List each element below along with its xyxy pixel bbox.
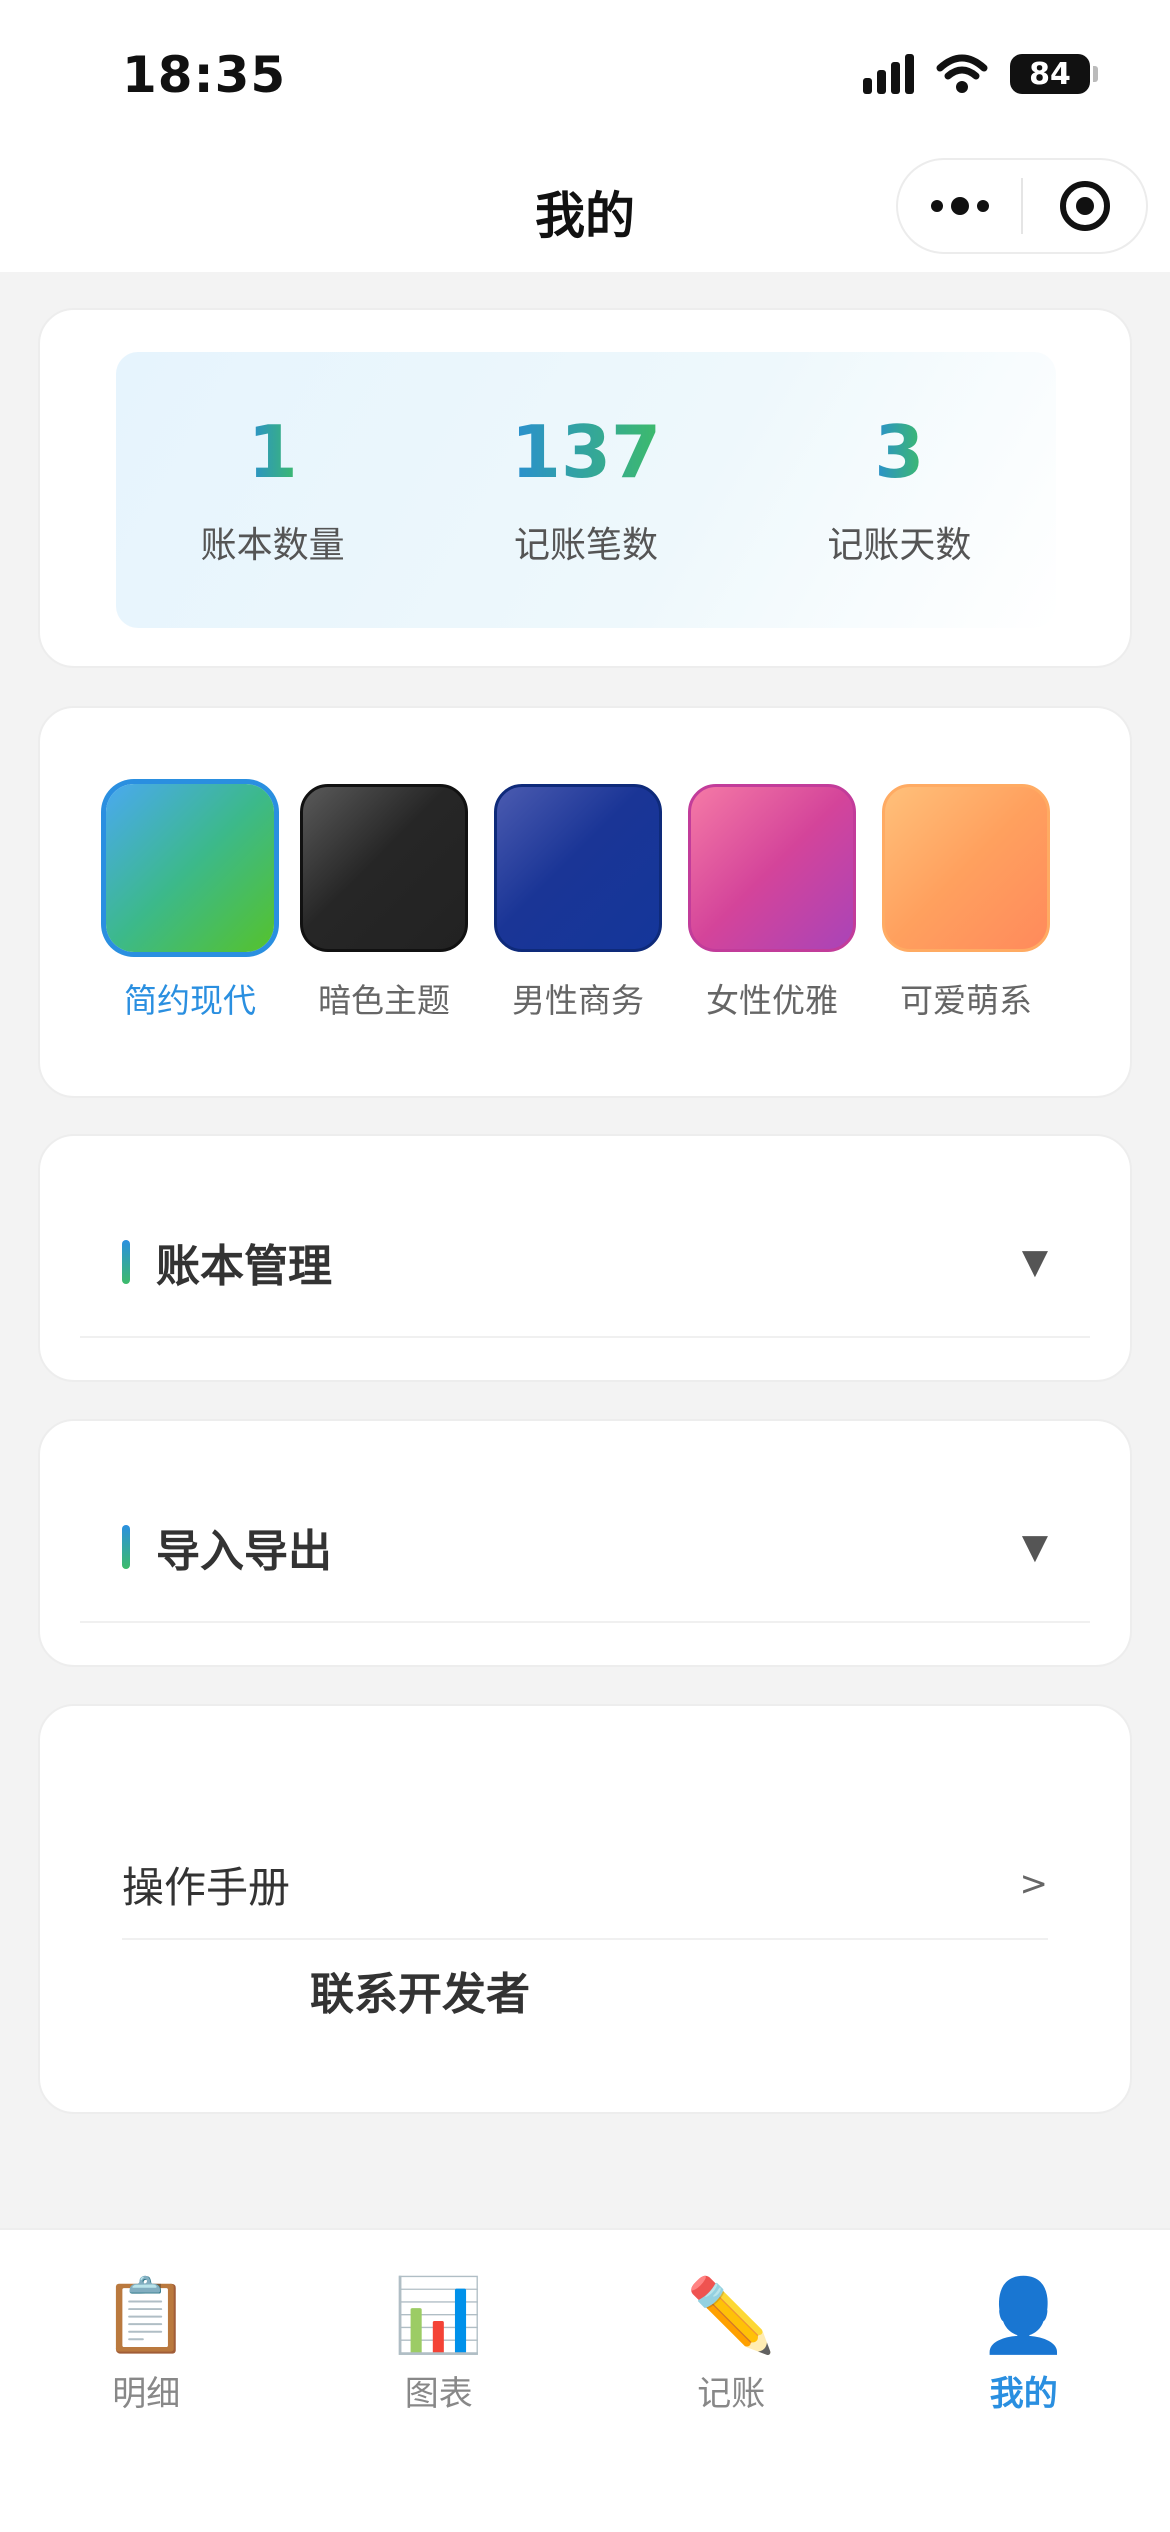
section-divider (80, 1336, 1090, 1338)
stat-entry-count: 137 记账笔数 (429, 352, 742, 628)
theme-label: 女性优雅 (706, 981, 838, 1020)
theme-swatch (882, 784, 1050, 952)
tab-label: 明细 (112, 2374, 181, 2414)
user-icon: 👤 (978, 2273, 1069, 2357)
section-divider (80, 1621, 1090, 1623)
more-dots-icon (930, 197, 989, 215)
mini-program-capsule (896, 158, 1148, 254)
theme-option-elegant[interactable]: 女性优雅 (688, 784, 856, 1022)
status-icons: 84 (863, 54, 1098, 94)
stat-ledger-count: 1 账本数量 (116, 352, 429, 628)
contact-developer-button[interactable]: 联系开发者 (310, 1958, 530, 2022)
theme-label: 简约现代 (124, 981, 256, 1020)
import-export-header[interactable]: 导入导出 ▼ (122, 1517, 1048, 1577)
clipboard-icon: 📋 (101, 2273, 192, 2357)
stats-panel: 1 账本数量 137 记账笔数 3 记账天数 (116, 352, 1056, 628)
tab-bar: 📋 明细 📊 图表 ✏️ 记账 👤 我的 (0, 2228, 1170, 2532)
theme-swatch (494, 784, 662, 952)
tab-charts[interactable]: 📊 图表 (293, 2230, 586, 2532)
target-icon (1059, 181, 1110, 231)
theme-label: 暗色主题 (318, 981, 450, 1020)
tab-label: 记账 (697, 2374, 766, 2414)
bar-chart-icon: 📊 (393, 2273, 484, 2357)
theme-label: 男性商务 (512, 981, 644, 1020)
section-accent-bar (122, 1240, 130, 1284)
stats-card: 1 账本数量 137 记账笔数 3 记账天数 (38, 308, 1132, 668)
theme-option-modern[interactable]: 简约现代 (106, 784, 274, 1022)
tab-label: 图表 (404, 2374, 473, 2414)
import-export-card: 导入导出 ▼ (38, 1419, 1132, 1667)
manual-label: 操作手册 (122, 1862, 291, 1912)
stat-value: 137 (510, 410, 662, 494)
stat-day-count: 3 记账天数 (743, 352, 1056, 628)
stat-value: 3 (874, 410, 925, 494)
stat-label: 账本数量 (200, 525, 345, 566)
tab-record[interactable]: ✏️ 记账 (585, 2230, 878, 2532)
manual-link[interactable]: 操作手册 > (122, 1830, 1048, 1940)
stat-label: 记账笔数 (513, 525, 658, 566)
close-miniprogram-button[interactable] (1023, 160, 1146, 252)
theme-swatch (688, 784, 856, 952)
more-button[interactable] (898, 160, 1021, 252)
section-accent-bar (122, 1525, 130, 1569)
signal-icon (863, 54, 914, 94)
ledger-management-header[interactable]: 账本管理 ▼ (122, 1232, 1048, 1292)
chevron-down-icon: ▼ (1021, 1242, 1048, 1282)
section-title: 账本管理 (156, 1241, 332, 1292)
theme-label: 可爱萌系 (900, 981, 1032, 1020)
theme-list: 简约现代 暗色主题 男性商务 女性优雅 可爱萌系 (106, 784, 1050, 1022)
theme-option-cute[interactable]: 可爱萌系 (882, 784, 1050, 1022)
theme-option-business[interactable]: 男性商务 (494, 784, 662, 1022)
theme-option-dark[interactable]: 暗色主题 (300, 784, 468, 1022)
battery-icon: 84 (1010, 54, 1098, 94)
stat-label: 记账天数 (827, 525, 972, 566)
tab-label: 我的 (989, 2374, 1058, 2414)
theme-card: 简约现代 暗色主题 男性商务 女性优雅 可爱萌系 (38, 706, 1132, 1098)
chevron-right-icon: > (1019, 1864, 1049, 1904)
stat-value: 1 (247, 410, 298, 494)
theme-swatch (300, 784, 468, 952)
pencil-icon: ✏️ (686, 2273, 777, 2357)
chevron-down-icon: ▼ (1021, 1527, 1048, 1567)
theme-swatch (106, 784, 274, 952)
ledger-management-card: 账本管理 ▼ (38, 1134, 1132, 1382)
top-bar: 18:35 84 我的 (0, 0, 1170, 272)
tab-details[interactable]: 📋 明细 (0, 2230, 293, 2532)
section-title: 导入导出 (156, 1526, 332, 1577)
wifi-icon (936, 54, 988, 93)
status-time: 18:35 (122, 46, 287, 104)
tab-mine[interactable]: 👤 我的 (878, 2230, 1170, 2532)
links-card: 操作手册 > 联系开发者 (38, 1704, 1132, 2114)
